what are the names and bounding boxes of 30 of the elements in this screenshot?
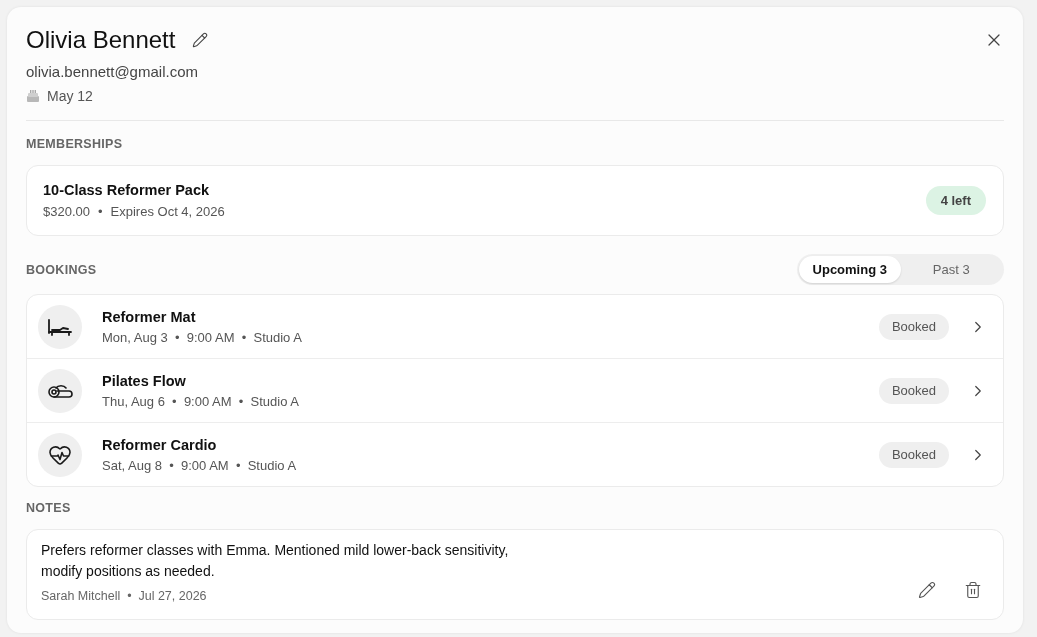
note-byline: Sarah Mitchell • Jul 27, 2026 [41,588,207,605]
birthday-date: May 12 [47,87,93,106]
class-details: Sat, Aug 8 • 9:00 AM • Studio A [102,456,297,475]
section-heading: MEMBERSHIPS [26,136,123,152]
cake-icon [26,89,40,103]
class-title: Reformer Mat [102,307,196,327]
class-title: Reformer Cardio [102,435,217,455]
separator-dot: • [98,203,103,221]
remaining-badge: 4 left [925,186,986,215]
rolled-mat-icon [47,382,73,399]
membership-price: $320.00 [43,203,90,221]
class-details: Mon, Aug 3 • 9:00 AM • Studio A [102,328,302,347]
pencil-icon[interactable] [918,581,936,599]
client-name: Olivia Bennett [26,25,176,55]
pencil-icon[interactable] [192,32,209,48]
bookings-tab[interactable]: Past 3 [900,256,1002,283]
membership-expiry: Expires Oct 4, 2026 [110,203,225,221]
class-details: Thu, Aug 6 • 9:00 AM • Studio A [102,392,299,411]
reformer-machine-icon [47,317,73,336]
section-heading: NOTES [26,500,71,516]
class-title: Pilates Flow [102,371,186,391]
trash-icon[interactable] [964,581,982,599]
status-badge: Booked [878,441,949,468]
section-heading: BOOKINGS [26,261,97,278]
membership-title: 10-Class Reformer Pack [43,181,211,200]
status-badge: Booked [878,313,949,340]
status-badge: Booked [878,377,949,404]
bookings-tab[interactable]: Upcoming 3 [799,256,901,283]
note-text: Prefers reformer classes with Emma. Mentioned mild lower-back sensitivity, modify positions as needed. [41,541,510,581]
client-email: olivia.bennett@gmail.com [26,62,198,82]
